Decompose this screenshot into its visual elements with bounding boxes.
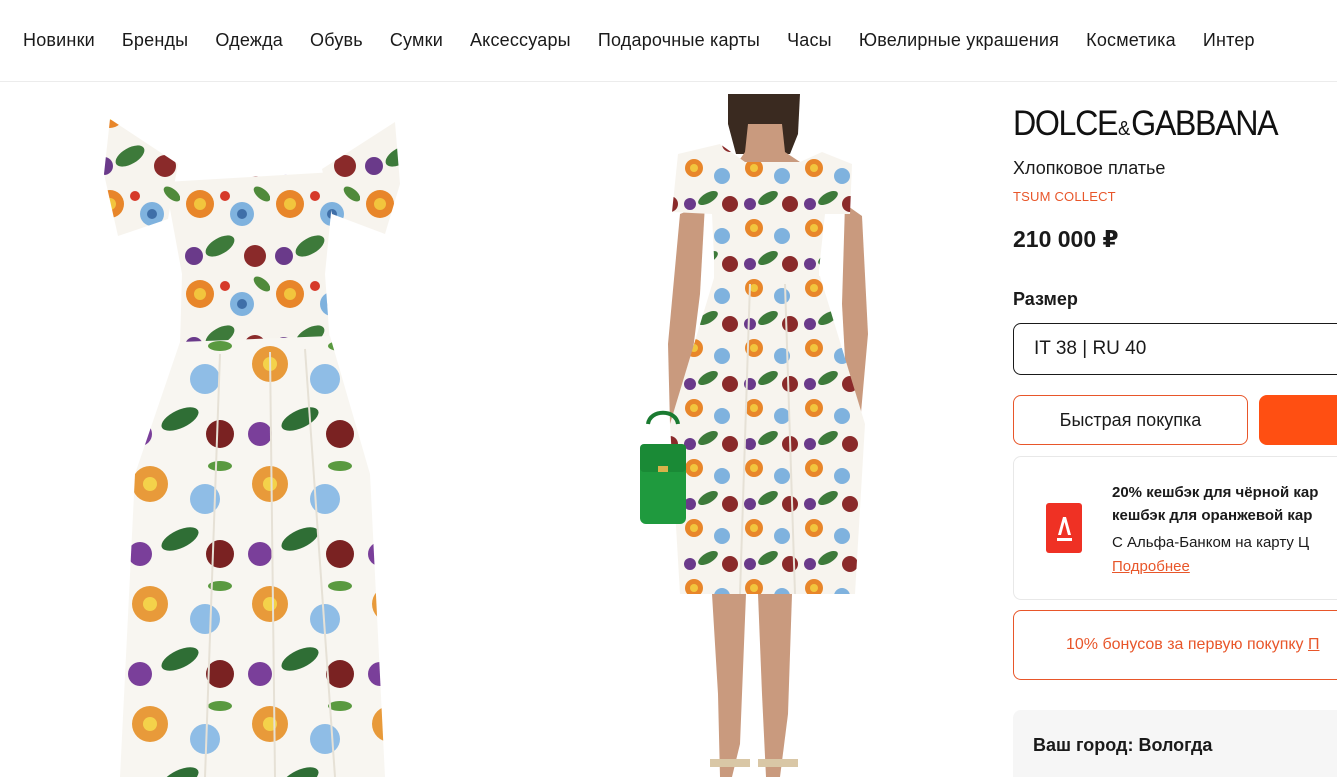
- nav-item-watches[interactable]: Часы: [787, 30, 832, 51]
- first-purchase-bonus-card[interactable]: 10% бонусов за первую покупку П: [1013, 610, 1337, 680]
- main-navigation: Новинки Бренды Одежда Обувь Сумки Аксесс…: [0, 0, 1337, 82]
- product-price: 210 000 ₽: [1013, 226, 1119, 252]
- collection-badge[interactable]: TSUM COLLECT: [1013, 189, 1116, 204]
- nav-item-interior[interactable]: Интер: [1203, 30, 1255, 51]
- nav-item-shoes[interactable]: Обувь: [310, 30, 363, 51]
- nav-list: Новинки Бренды Одежда Обувь Сумки Аксесс…: [0, 0, 1337, 81]
- nav-item-clothing[interactable]: Одежда: [215, 30, 283, 51]
- brand-logo-amp: &: [1117, 118, 1131, 140]
- nav-item-brands[interactable]: Бренды: [122, 30, 188, 51]
- cashback-promo-card: 20% кешбэк для чёрной кар кешбэк для ора…: [1013, 456, 1337, 600]
- nav-item-cosmetics[interactable]: Косметика: [1086, 30, 1176, 51]
- nav-item-bags[interactable]: Сумки: [390, 30, 443, 51]
- quick-buy-button[interactable]: Быстрая покупка: [1013, 395, 1248, 445]
- promo-text: С Альфа-Банком на карту Ц: [1112, 534, 1310, 551]
- promo-title: 20% кешбэк для чёрной кар кешбэк для ора…: [1112, 481, 1318, 527]
- product-photo-model[interactable]: [500, 94, 1000, 777]
- brand-logo-part-2: GABBANA: [1131, 104, 1278, 143]
- bonus-text-row: 10% бонусов за первую покупку П: [1066, 636, 1319, 654]
- bonus-text: 10% бонусов за первую покупку: [1066, 636, 1308, 653]
- promo-title-line-1: 20% кешбэк для чёрной кар: [1112, 484, 1319, 501]
- city-text: Ваш город: Вологда: [1033, 735, 1213, 755]
- promo-title-line-2: кешбэк для оранжевой кар: [1112, 507, 1313, 524]
- brand-logo[interactable]: DOLCE&GABBANA: [1013, 104, 1279, 143]
- size-label: Размер: [1013, 289, 1078, 309]
- dress-flat-image: [104, 119, 400, 777]
- nav-item-novinki[interactable]: Новинки: [23, 30, 95, 51]
- alfa-letter-icon: [1057, 517, 1072, 541]
- add-to-cart-button[interactable]: В: [1259, 395, 1337, 445]
- alfa-bank-logo-icon: [1046, 503, 1082, 553]
- brand-logo-part-1: DOLCE: [1013, 104, 1118, 143]
- model-image: [640, 94, 868, 777]
- nav-item-gift-cards[interactable]: Подарочные карты: [598, 30, 760, 51]
- product-name: Хлопковое платье: [1013, 158, 1166, 178]
- nav-item-accessories[interactable]: Аксессуары: [470, 30, 571, 51]
- size-select[interactable]: IT 38 | RU 40: [1013, 323, 1337, 375]
- nav-item-jewelry[interactable]: Ювелирные украшения: [859, 30, 1059, 51]
- bonus-link[interactable]: П: [1308, 636, 1320, 653]
- city-selector-card[interactable]: Ваш город: Вологда: [1013, 710, 1337, 777]
- product-photo-front[interactable]: [0, 94, 500, 777]
- promo-more-link[interactable]: Подробнее: [1112, 558, 1190, 575]
